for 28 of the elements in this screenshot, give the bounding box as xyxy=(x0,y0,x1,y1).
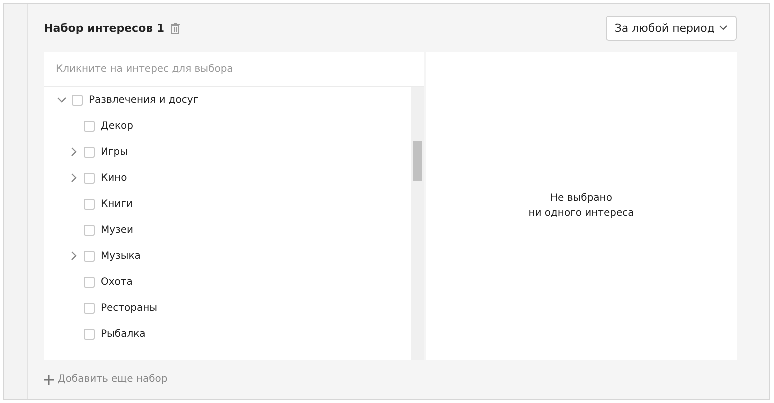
checkbox[interactable] xyxy=(72,94,83,106)
interest-label[interactable]: Музыка xyxy=(101,250,141,262)
checkbox[interactable] xyxy=(84,146,95,158)
checkbox[interactable] xyxy=(84,198,95,210)
checkbox[interactable] xyxy=(84,328,95,340)
plus-icon xyxy=(44,374,54,384)
checkbox[interactable] xyxy=(84,302,95,314)
interest-label[interactable]: Рыбалка xyxy=(101,328,146,340)
interest-label[interactable]: Рестораны xyxy=(101,302,158,314)
interest-label[interactable]: Музеи xyxy=(101,224,134,236)
set-title: Набор интересов 1 xyxy=(44,22,165,34)
checkbox[interactable] xyxy=(84,120,95,132)
interest-label[interactable]: Книги xyxy=(101,198,133,210)
checkbox[interactable] xyxy=(84,224,95,236)
interest-label[interactable]: Декор xyxy=(101,120,134,132)
checkbox[interactable] xyxy=(84,276,95,288)
interest-label[interactable]: Развлечения и досуг xyxy=(89,94,199,106)
trash-icon[interactable] xyxy=(170,22,180,34)
caret-icon xyxy=(719,25,728,31)
empty-message: ни одного интереса xyxy=(528,207,634,221)
period-dropdown[interactable]: За любой период xyxy=(606,16,737,40)
interest-label[interactable]: Охота xyxy=(101,276,133,288)
scrollbar[interactable] xyxy=(411,87,424,360)
checkbox[interactable] xyxy=(84,250,95,262)
interest-label[interactable]: Кино xyxy=(101,172,128,184)
interest-label[interactable]: Игры xyxy=(101,146,128,158)
empty-message: Не выбрано xyxy=(550,192,612,206)
checkbox[interactable] xyxy=(84,172,95,184)
